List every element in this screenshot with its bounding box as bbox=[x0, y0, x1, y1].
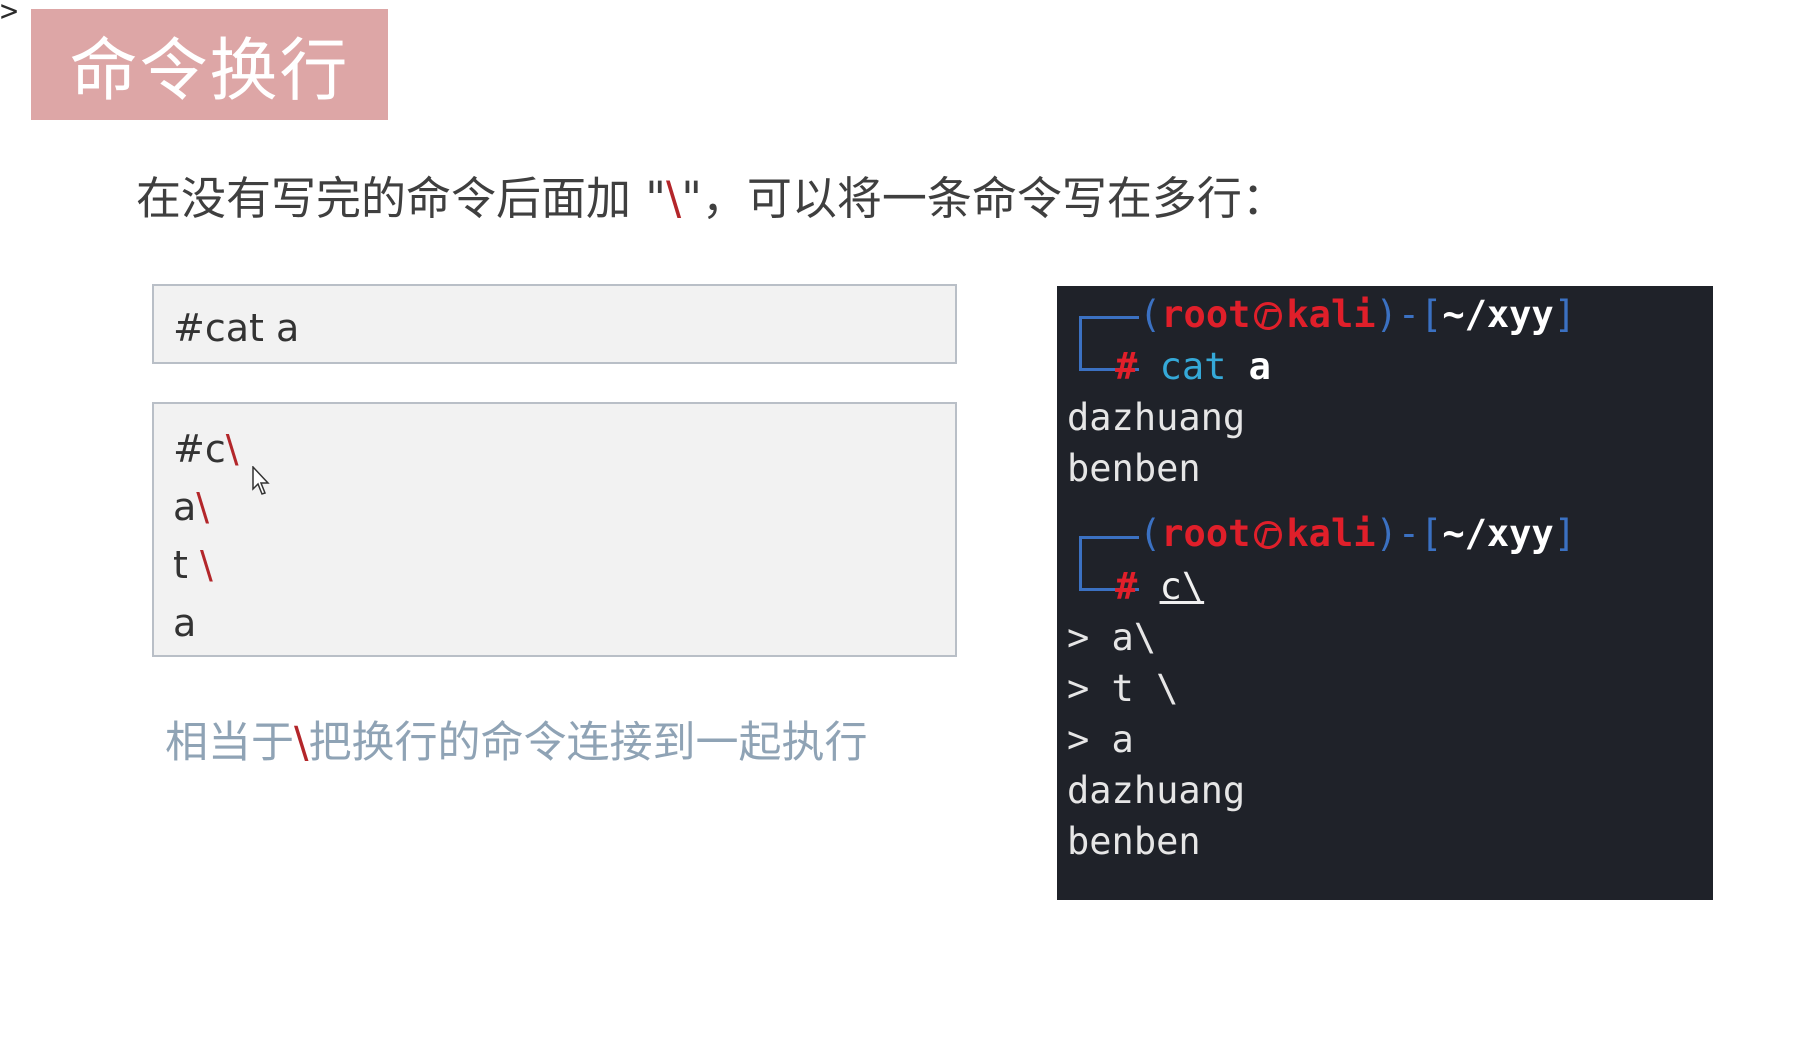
prompt-hash: # bbox=[1115, 345, 1138, 388]
code-line: a\ bbox=[173, 478, 955, 536]
prompt-command-line: # c\ bbox=[1115, 562, 1204, 612]
prompt-command-line: # cat a bbox=[1115, 342, 1271, 392]
title-banner: 命令换行 bbox=[31, 9, 388, 120]
continuation-line: > a bbox=[1067, 718, 1134, 761]
prompt-hash: # bbox=[1115, 565, 1138, 608]
prompt-header: (root kali)-[~/xyy] bbox=[1139, 509, 1576, 559]
code-backslash: \ bbox=[199, 543, 213, 587]
code-backslash: \ bbox=[225, 427, 239, 471]
terminal-output: dazhuang bbox=[1067, 396, 1246, 439]
kali-icon bbox=[1254, 521, 1283, 549]
code-text: #c bbox=[173, 427, 226, 471]
single-line-command-box: #cat a bbox=[152, 284, 957, 364]
mouse-cursor-icon bbox=[252, 466, 270, 495]
code-line: a bbox=[173, 594, 955, 652]
terminal-output: benben bbox=[1067, 447, 1201, 490]
code-text: t bbox=[173, 543, 200, 587]
terminal-command: c\ bbox=[1159, 565, 1205, 608]
code-line: t \ bbox=[173, 536, 955, 594]
prompt-bracket: )-[ bbox=[1375, 512, 1443, 555]
single-line-command: #cat a bbox=[173, 306, 300, 350]
corner-mark: > bbox=[0, 0, 19, 29]
prompt-user: root bbox=[1161, 293, 1251, 336]
prompt-user: root bbox=[1161, 512, 1251, 555]
code-text: a bbox=[173, 485, 197, 529]
prompt-bracket: )-[ bbox=[1375, 293, 1443, 336]
terminal-argument: a bbox=[1248, 345, 1271, 388]
prompt-bracket: ( bbox=[1139, 512, 1162, 555]
subtitle-before: 在没有写完的命令后面加 " bbox=[136, 172, 667, 225]
terminal-output: dazhuang bbox=[1067, 769, 1246, 812]
note-backslash: \ bbox=[294, 718, 309, 768]
prompt-host: kali bbox=[1286, 512, 1376, 555]
prompt-path: ~/xyy bbox=[1442, 512, 1554, 555]
page-title: 命令换行 bbox=[69, 32, 350, 111]
continuation-line: > a\ bbox=[1067, 616, 1157, 659]
note-after: 把换行的命令连接到一起执行 bbox=[308, 718, 868, 768]
subtitle: 在没有写完的命令后面加 "\"，可以将一条命令写在多行： bbox=[136, 162, 1287, 227]
prompt-header: (root kali)-[~/xyy] bbox=[1139, 290, 1576, 340]
terminal-command: cat bbox=[1159, 345, 1227, 388]
subtitle-after: "，可以将一条命令写在多行： bbox=[681, 172, 1287, 225]
terminal-screenshot: (root kali)-[~/xyy] # cat a dazhuang benb… bbox=[1057, 286, 1713, 900]
subtitle-backslash: \ bbox=[666, 172, 682, 225]
prompt-bracket: ( bbox=[1139, 293, 1162, 336]
code-text: a bbox=[173, 601, 197, 645]
prompt-host: kali bbox=[1286, 293, 1376, 336]
prompt-bracket: ] bbox=[1553, 293, 1576, 336]
continuation-line: > t \ bbox=[1067, 667, 1179, 710]
code-backslash: \ bbox=[196, 485, 210, 529]
terminal-output: benben bbox=[1067, 820, 1201, 863]
multi-line-command-box: #c\ a\ t \ a bbox=[152, 402, 957, 657]
prompt-path: ~/xyy bbox=[1442, 293, 1554, 336]
explanation-note: 相当于\把换行的命令连接到一起执行 bbox=[165, 708, 868, 770]
code-line: #c\ bbox=[173, 420, 955, 478]
kali-icon bbox=[1254, 302, 1283, 330]
note-before: 相当于 bbox=[165, 718, 294, 768]
prompt-bracket: ] bbox=[1553, 512, 1576, 555]
